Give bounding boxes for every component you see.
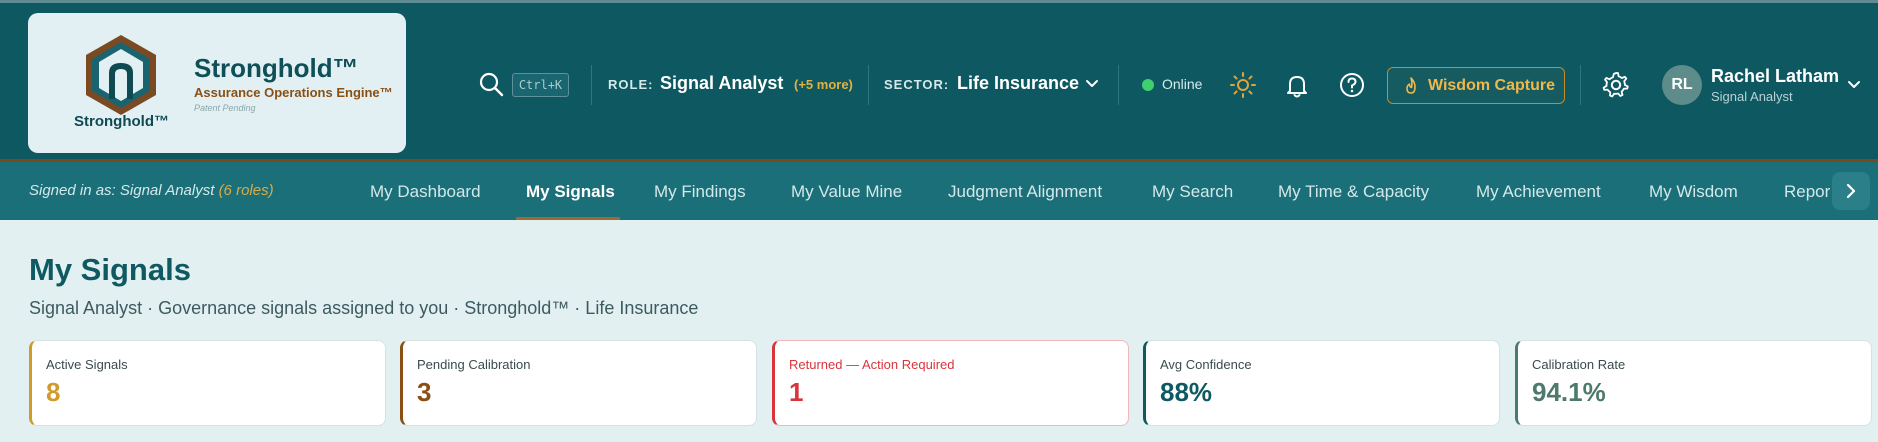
divider [1118, 65, 1119, 105]
nav-scroll-right-button[interactable] [1832, 172, 1870, 210]
brand-title: Stronghold™ [194, 53, 359, 83]
stat-label: Avg Confidence [1160, 357, 1252, 372]
sector-selector[interactable]: Life Insurance [957, 73, 1079, 94]
stat-value: 1 [789, 377, 804, 407]
stat-card-returned[interactable]: Returned — Action Required 1 [772, 340, 1129, 426]
divider [591, 65, 592, 105]
chevron-down-icon[interactable] [1084, 76, 1100, 92]
stat-value: 94.1% [1532, 377, 1606, 407]
page-subtitle: Signal Analyst · Governance signals assi… [29, 298, 699, 318]
wisdom-capture-button[interactable]: Wisdom Capture [1387, 67, 1565, 104]
tab-my-findings[interactable]: My Findings [654, 182, 746, 202]
stat-label: Calibration Rate [1532, 357, 1626, 372]
brand-subtitle: Assurance Operations Engine™ [194, 85, 393, 100]
page-title: My Signals [29, 252, 191, 287]
role-label: ROLE: [608, 77, 654, 92]
wisdom-capture-label: Wisdom Capture [1428, 76, 1555, 94]
chevron-down-icon[interactable] [1846, 77, 1862, 93]
signed-in-roles[interactable]: (6 roles) [219, 182, 274, 199]
online-status-dot [1142, 79, 1154, 91]
stat-card-active-signals[interactable]: Active Signals 8 [29, 340, 386, 426]
active-tab-indicator [516, 217, 620, 220]
tab-my-achievement[interactable]: My Achievement [1476, 182, 1601, 202]
tab-judgment-alignment[interactable]: Judgment Alignment [948, 182, 1102, 202]
tab-my-dashboard[interactable]: My Dashboard [370, 182, 481, 202]
help-icon[interactable] [1338, 71, 1366, 99]
user-avatar[interactable]: RL [1662, 65, 1702, 105]
user-role: Signal Analyst [1711, 89, 1793, 104]
app-header: Stronghold™ Stronghold™ Assurance Operat… [0, 0, 1878, 162]
divider [1580, 65, 1581, 105]
chevron-right-icon [1846, 183, 1856, 199]
tab-reports[interactable]: Reports [1784, 182, 1830, 202]
stat-card-pending-calibration[interactable]: Pending Calibration 3 [400, 340, 757, 426]
main-nav: Signed in as: Signal Analyst (6 roles) M… [0, 162, 1878, 220]
logo-card[interactable]: Stronghold™ Stronghold™ Assurance Operat… [28, 13, 406, 153]
tab-my-value-mine[interactable]: My Value Mine [791, 182, 902, 202]
sun-icon[interactable] [1229, 71, 1257, 99]
flame-icon [1406, 77, 1416, 94]
online-status-text: Online [1162, 76, 1203, 92]
search-shortcut-hint: Ctrl+K [512, 73, 569, 97]
stat-label: Returned — Action Required [789, 357, 955, 372]
tab-my-signals[interactable]: My Signals [526, 182, 615, 202]
tab-my-time-capacity[interactable]: My Time & Capacity [1278, 182, 1429, 202]
gear-icon[interactable] [1601, 70, 1631, 100]
role-selector[interactable]: Signal Analyst [660, 73, 783, 94]
user-name[interactable]: Rachel Latham [1711, 66, 1839, 87]
stat-label: Pending Calibration [417, 357, 531, 372]
signed-in-as: Signed in as: Signal Analyst (6 roles) [29, 182, 274, 199]
stat-label: Active Signals [46, 357, 128, 372]
stat-card-avg-confidence[interactable]: Avg Confidence 88% [1143, 340, 1500, 426]
logo-wordmark: Stronghold™ [74, 113, 169, 130]
tab-my-wisdom[interactable]: My Wisdom [1649, 182, 1738, 202]
divider [868, 65, 869, 105]
stat-card-calibration-rate[interactable]: Calibration Rate 94.1% [1515, 340, 1872, 426]
signed-in-text: Signed in as: Signal Analyst [29, 182, 215, 199]
role-more-link[interactable]: (+5 more) [794, 77, 853, 92]
stat-value: 8 [46, 377, 61, 407]
search-icon[interactable] [478, 71, 504, 97]
sector-label: SECTOR: [884, 77, 950, 92]
stat-value: 88% [1160, 377, 1213, 407]
shield-logo-icon [86, 35, 156, 115]
bell-icon[interactable] [1283, 71, 1311, 99]
tab-my-search[interactable]: My Search [1152, 182, 1233, 202]
stat-value: 3 [417, 377, 432, 407]
patent-note: Patent Pending [194, 103, 256, 113]
